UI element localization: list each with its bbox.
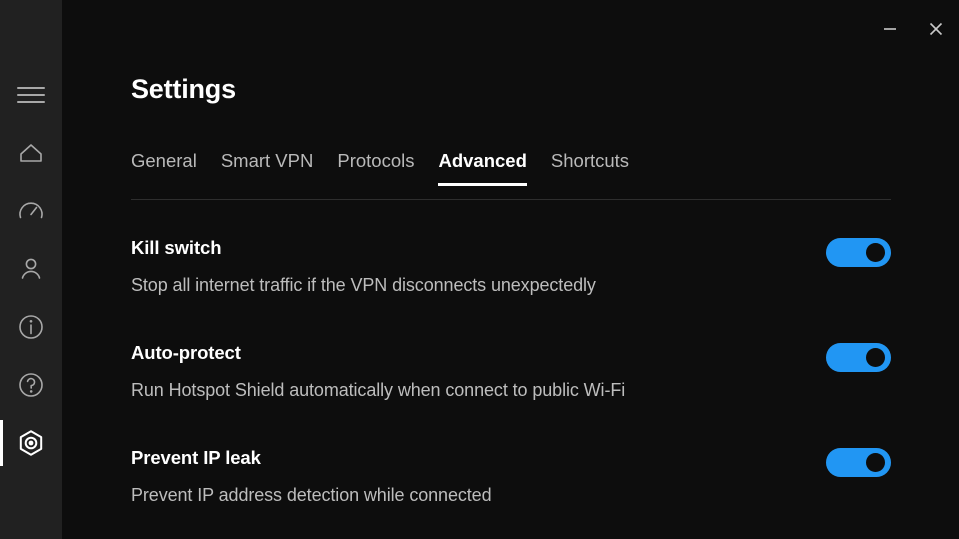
toggle-knob bbox=[866, 243, 885, 262]
kill-switch-toggle[interactable] bbox=[826, 238, 891, 267]
sidebar-item-settings[interactable] bbox=[0, 414, 62, 472]
prevent-ip-leak-toggle[interactable] bbox=[826, 448, 891, 477]
sidebar-item-help[interactable] bbox=[0, 356, 62, 414]
home-icon bbox=[20, 144, 42, 162]
hamburger-icon bbox=[17, 87, 45, 103]
main-content: Settings General Smart VPN Protocols Adv… bbox=[62, 0, 959, 539]
tab-shortcuts[interactable]: Shortcuts bbox=[551, 150, 629, 186]
setting-row-kill-switch: Kill switch Stop all internet traffic if… bbox=[131, 226, 891, 331]
info-icon bbox=[19, 315, 43, 339]
sidebar-item-info[interactable] bbox=[0, 298, 62, 356]
toggle-knob bbox=[866, 348, 885, 367]
setting-description: Prevent IP address detection while conne… bbox=[131, 485, 492, 505]
settings-list: Kill switch Stop all internet traffic if… bbox=[131, 226, 891, 539]
minimize-icon bbox=[884, 28, 896, 30]
setting-row-auto-protect: Auto-protect Run Hotspot Shield automati… bbox=[131, 331, 891, 436]
speedometer-icon bbox=[19, 202, 43, 219]
tabs-divider bbox=[131, 199, 891, 200]
sidebar-item-speed[interactable] bbox=[0, 182, 62, 240]
tab-protocols[interactable]: Protocols bbox=[337, 150, 414, 186]
person-icon bbox=[21, 258, 41, 279]
setting-description: Stop all internet traffic if the VPN dis… bbox=[131, 275, 596, 295]
auto-protect-toggle[interactable] bbox=[826, 343, 891, 372]
toggle-knob bbox=[866, 453, 885, 472]
settings-gear-icon bbox=[19, 430, 43, 456]
sidebar-navigation bbox=[0, 0, 62, 539]
minimize-button[interactable] bbox=[867, 9, 913, 49]
tab-advanced[interactable]: Advanced bbox=[438, 150, 528, 186]
close-button[interactable] bbox=[913, 9, 959, 49]
close-icon bbox=[929, 22, 943, 36]
sidebar-item-home[interactable] bbox=[0, 124, 62, 182]
tab-general[interactable]: General bbox=[131, 150, 197, 186]
setting-description: Run Hotspot Shield automatically when co… bbox=[131, 380, 626, 400]
window-controls bbox=[867, 0, 959, 58]
tab-smart-vpn[interactable]: Smart VPN bbox=[221, 150, 314, 186]
app-window: Settings General Smart VPN Protocols Adv… bbox=[0, 0, 959, 539]
settings-tabs: General Smart VPN Protocols Advanced Sho… bbox=[131, 150, 891, 186]
setting-row-prevent-ip-leak: Prevent IP leak Prevent IP address detec… bbox=[131, 436, 891, 539]
page-title: Settings bbox=[131, 74, 236, 104]
sidebar-item-account[interactable] bbox=[0, 240, 62, 298]
setting-title: Kill switch bbox=[131, 237, 222, 258]
sidebar-item-menu[interactable] bbox=[0, 66, 62, 124]
sidebar-active-indicator bbox=[0, 420, 3, 466]
setting-title: Auto-protect bbox=[131, 342, 241, 363]
setting-title: Prevent IP leak bbox=[131, 447, 261, 468]
question-icon bbox=[19, 373, 43, 397]
